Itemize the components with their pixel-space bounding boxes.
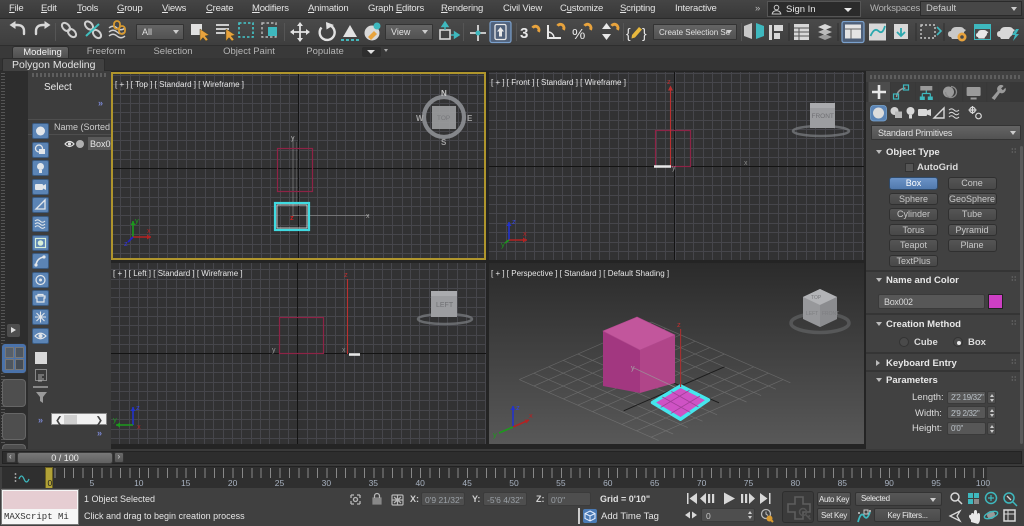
- svg-text:}: }: [642, 25, 647, 41]
- svg-text:x: x: [147, 226, 151, 235]
- svg-text:y: y: [501, 240, 505, 249]
- svg-text:LEFT: LEFT: [806, 311, 818, 317]
- svg-text:y: y: [631, 365, 635, 372]
- svg-text:LEFT: LEFT: [436, 302, 454, 309]
- svg-text:x: x: [137, 422, 141, 431]
- svg-text:y: y: [493, 430, 497, 439]
- svg-text:S: S: [441, 138, 447, 147]
- svg-text:z: z: [512, 217, 516, 226]
- svg-text:z: z: [344, 270, 348, 279]
- svg-text:z: z: [677, 320, 681, 329]
- svg-text:x: x: [342, 347, 346, 354]
- svg-text:z: z: [290, 213, 294, 222]
- svg-text:z: z: [667, 77, 671, 86]
- svg-text:FRONT: FRONT: [822, 311, 839, 317]
- svg-text:TOP: TOP: [811, 295, 822, 301]
- svg-text:z: z: [136, 403, 140, 412]
- svg-text:{: {: [626, 25, 631, 41]
- svg-text:%: %: [572, 26, 585, 43]
- svg-text:x: x: [744, 160, 748, 167]
- svg-text:TOP: TOP: [437, 115, 450, 122]
- svg-text:3: 3: [520, 25, 528, 42]
- svg-text:z: z: [516, 403, 520, 412]
- svg-text:y: y: [672, 165, 676, 172]
- svg-text:x: x: [529, 411, 533, 420]
- svg-text:z: z: [124, 239, 128, 248]
- svg-text:x: x: [366, 213, 370, 220]
- svg-text:x: x: [523, 229, 527, 238]
- svg-text:y: y: [135, 216, 139, 225]
- svg-text:N: N: [441, 89, 447, 98]
- svg-text:y: y: [272, 347, 276, 354]
- svg-text:W: W: [416, 114, 424, 123]
- svg-text:y: y: [113, 415, 117, 424]
- svg-text:E: E: [467, 114, 473, 123]
- svg-text:y: y: [291, 135, 295, 142]
- svg-text:FRONT: FRONT: [812, 113, 834, 120]
